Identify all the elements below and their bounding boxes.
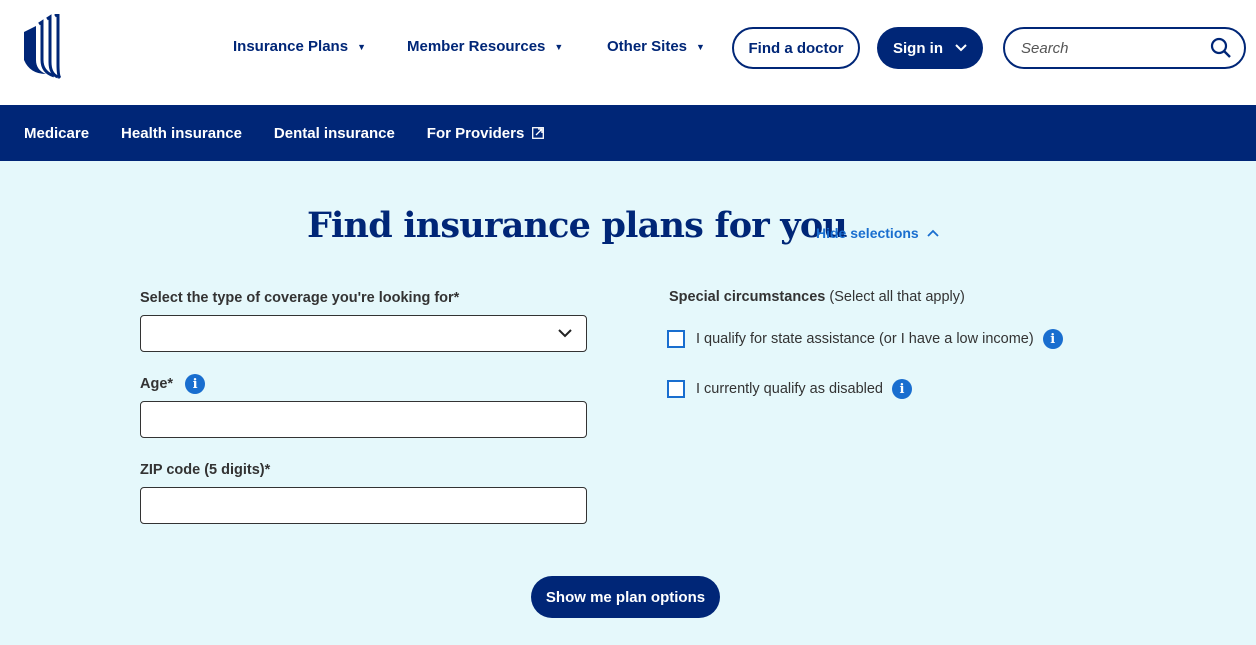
age-input[interactable]	[141, 402, 586, 437]
zip-input[interactable]	[141, 488, 586, 523]
chevron-up-icon	[927, 229, 939, 237]
disabled-checkbox[interactable]	[667, 380, 685, 398]
hide-selections-toggle[interactable]: Hide selections	[816, 225, 939, 241]
age-label-text: Age*	[140, 376, 174, 392]
info-icon[interactable]: i	[1042, 329, 1063, 349]
checkbox-label[interactable]: I currently qualify as disabled	[696, 381, 883, 397]
coverage-label: Select the type of coverage you're looki…	[140, 290, 459, 306]
plan-finder-form: Find insurance plans for you Hide select…	[0, 161, 1256, 645]
page-title: Find insurance plans for you	[307, 205, 848, 246]
search-box	[1003, 27, 1246, 69]
info-icon[interactable]: i	[185, 374, 206, 394]
subnav-label: For Providers	[426, 124, 525, 142]
nav-label: Other Sites	[607, 38, 688, 55]
sign-in-label: Sign in	[893, 39, 943, 57]
show-plan-options-button[interactable]: Show me plan options	[531, 576, 720, 618]
nav-label: Insurance Plans	[233, 38, 349, 55]
subnav-for-providers[interactable]: For Providers	[427, 125, 545, 142]
age-label: Age* i	[140, 374, 206, 394]
site-header: Insurance Plans ▼ Member Resources ▼ Oth…	[0, 0, 1256, 105]
caret-down-icon: ▼	[696, 41, 705, 52]
subnav-label: Medicare	[24, 124, 90, 142]
subnav-dental-insurance[interactable]: Dental insurance	[274, 125, 395, 142]
age-field-wrapper	[140, 401, 587, 438]
caret-down-icon: ▼	[357, 41, 366, 52]
secondary-nav: Medicare Health insurance Dental insuran…	[0, 105, 1256, 161]
sign-in-button[interactable]: Sign in	[877, 27, 983, 69]
find-doctor-button[interactable]: Find a doctor	[732, 27, 860, 69]
subnav-label: Dental insurance	[273, 124, 395, 142]
subnav-medicare[interactable]: Medicare	[24, 125, 89, 142]
find-doctor-label: Find a doctor	[748, 39, 844, 57]
checkbox-label[interactable]: I qualify for state assistance (or I hav…	[696, 331, 1034, 347]
zip-field-wrapper	[140, 487, 587, 524]
search-icon[interactable]	[1210, 37, 1232, 59]
zip-label-text: ZIP code (5 digits)*	[140, 462, 271, 478]
subnav-label: Health insurance	[121, 124, 242, 142]
zip-label: ZIP code (5 digits)*	[140, 462, 270, 478]
coverage-select[interactable]	[140, 315, 587, 352]
nav-insurance-plans[interactable]: Insurance Plans ▼	[233, 38, 366, 55]
nav-other-sites[interactable]: Other Sites ▼	[607, 38, 705, 55]
checkbox-state-assistance: I qualify for state assistance (or I hav…	[667, 329, 1063, 349]
external-link-icon	[532, 127, 545, 139]
coverage-label-text: Select the type of coverage you're looki…	[140, 290, 460, 306]
special-circumstances-heading: Special circumstances (Select all that a…	[669, 289, 965, 305]
subnav-health-insurance[interactable]: Health insurance	[121, 125, 242, 142]
hide-selections-label: Hide selections	[816, 225, 919, 241]
state-assistance-checkbox[interactable]	[667, 330, 685, 348]
chevron-down-icon	[558, 329, 572, 338]
special-title: Special circumstances	[669, 289, 826, 305]
chevron-down-icon	[955, 44, 967, 52]
info-icon[interactable]: i	[892, 379, 912, 399]
unitedhealthcare-logo[interactable]	[22, 14, 64, 80]
nav-member-resources[interactable]: Member Resources ▼	[407, 38, 563, 55]
checkbox-disabled: I currently qualify as disabled i	[667, 379, 912, 399]
submit-label: Show me plan options	[545, 588, 706, 606]
special-hint: (Select all that apply)	[829, 289, 965, 305]
caret-down-icon: ▼	[554, 41, 564, 52]
search-input[interactable]	[1021, 39, 1201, 57]
nav-label: Member Resources	[407, 38, 546, 55]
